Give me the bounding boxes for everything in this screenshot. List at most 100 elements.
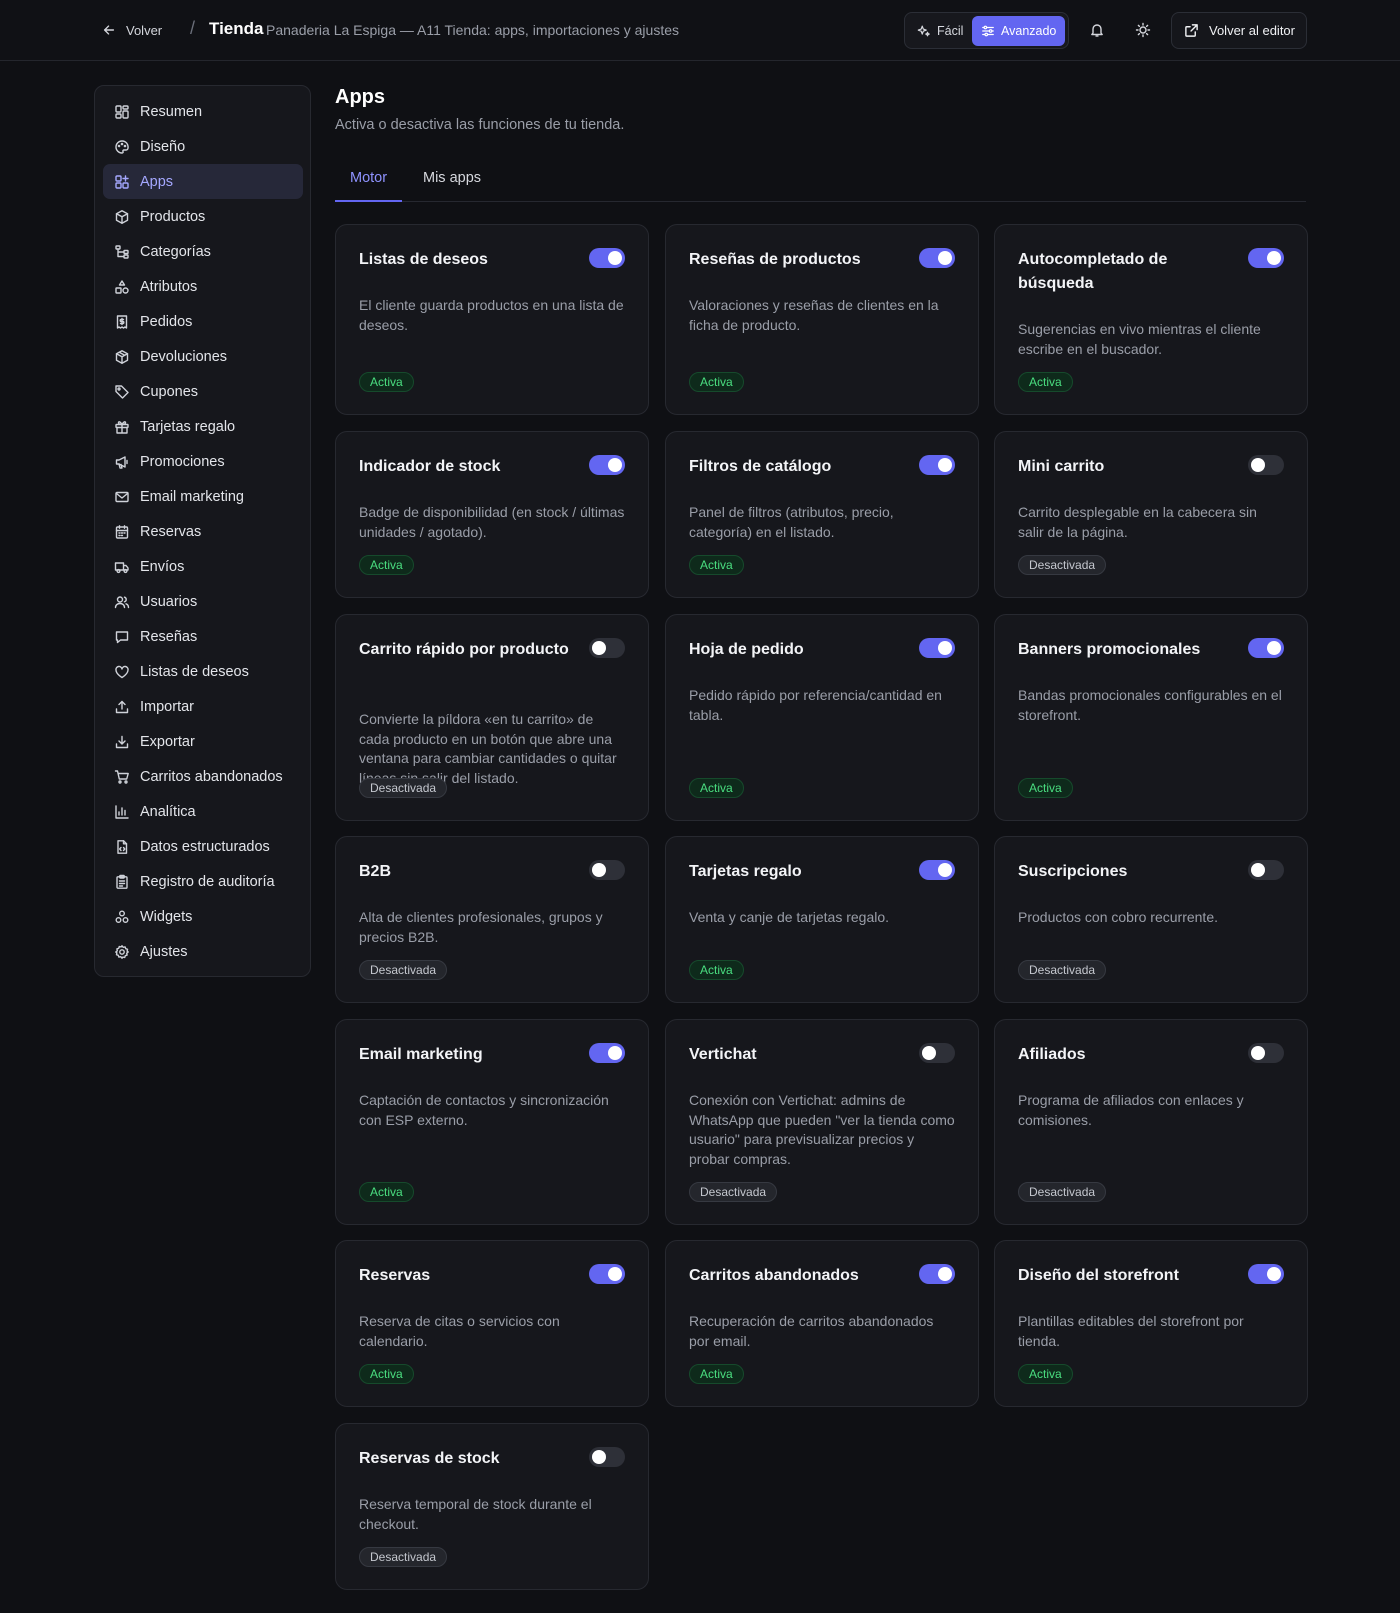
status-badge: Activa [689, 372, 744, 392]
toggle-knob [1251, 863, 1265, 877]
sliders-icon [982, 25, 994, 37]
sidebar-item-ajustes[interactable]: Ajustes [103, 934, 303, 969]
sidebar-item-reservas[interactable]: Reservas [103, 514, 303, 549]
sidebar-item-widgets[interactable]: Widgets [103, 899, 303, 934]
app-toggle[interactable] [589, 248, 625, 268]
app-toggle[interactable] [589, 1043, 625, 1063]
sidebar-item-registro-de-auditoria[interactable]: Registro de auditoría [103, 864, 303, 899]
sidebar-item-usuarios[interactable]: Usuarios [103, 584, 303, 619]
toggle-knob [1251, 458, 1265, 472]
breadcrumb-title[interactable]: Tienda [209, 19, 263, 39]
notifications-button[interactable] [1086, 19, 1108, 41]
app-toggle[interactable] [1248, 638, 1284, 658]
mode-advanced-label: Avanzado [1001, 24, 1057, 38]
tree-icon [114, 244, 130, 260]
app-toggle[interactable] [1248, 455, 1284, 475]
mode-advanced-button[interactable]: Avanzado [972, 16, 1066, 46]
back-to-editor-button[interactable]: Volver al editor [1171, 12, 1307, 49]
app-card-description: Venta y canje de tarjetas regalo. [689, 909, 890, 925]
app-toggle[interactable] [1248, 248, 1284, 268]
sidebar-item-atributos[interactable]: Atributos [103, 269, 303, 304]
app-card-title: Email marketing [359, 1046, 483, 1063]
tab-motor[interactable]: Motor [335, 170, 403, 202]
sidebar-item-productos[interactable]: Productos [103, 199, 303, 234]
sidebar-item-listas-de-deseos[interactable]: Listas de deseos [103, 654, 303, 689]
theme-toggle-button[interactable] [1132, 19, 1154, 41]
status-badge: Desactivada [1018, 1182, 1107, 1202]
app-card: Afiliados Programa de afiliados con enlac… [994, 1019, 1308, 1225]
app-toggle[interactable] [919, 1264, 955, 1284]
sidebar-item-cupones[interactable]: Cupones [103, 374, 303, 409]
widgets-icon [114, 909, 130, 925]
arrow-left-icon [103, 25, 115, 35]
sidebar-item-label: Cupones [140, 383, 199, 400]
app-card-title: Carrito rápido por producto [359, 641, 569, 658]
sidebar-item-label: Devoluciones [140, 348, 228, 365]
app-toggle[interactable] [919, 638, 955, 658]
app-card: Suscripciones Productos con cobro recurre… [994, 836, 1308, 1003]
sidebar-item-resenas[interactable]: Reseñas [103, 619, 303, 654]
sidebar-item-tarjetas-regalo[interactable]: Tarjetas regalo [103, 409, 303, 444]
cart-icon [114, 769, 130, 785]
sidebar-item-apps[interactable]: Apps [103, 164, 303, 199]
app-card-description: Alta de clientes profesionales, grupos y… [359, 909, 603, 945]
sidebar-item-categorias[interactable]: Categorías [103, 234, 303, 269]
sidebar-item-email-marketing[interactable]: Email marketing [103, 479, 303, 514]
bar-chart-icon [114, 804, 130, 820]
sidebar-item-importar[interactable]: Importar [103, 689, 303, 724]
mode-easy-button[interactable]: Fácil [908, 16, 972, 46]
sidebar-item-label: Carritos abandonados [140, 768, 283, 785]
toggle-knob [922, 1046, 936, 1060]
app-toggle[interactable] [1248, 1264, 1284, 1284]
truck-icon [114, 559, 130, 575]
sidebar-item-label: Email marketing [140, 488, 244, 505]
tab-mis-apps[interactable]: Mis apps [423, 170, 481, 202]
app-toggle[interactable] [589, 860, 625, 880]
sidebar-item-envios[interactable]: Envíos [103, 549, 303, 584]
app-card-title: Afiliados [1018, 1046, 1086, 1063]
toggle-knob [1267, 641, 1281, 655]
sidebar: Resumen Diseño Apps Productos Categorías Atri… [94, 85, 311, 977]
sidebar-item-resumen[interactable]: Resumen [103, 94, 303, 129]
sidebar-item-promociones[interactable]: Promociones [103, 444, 303, 479]
sun-icon [1135, 22, 1151, 38]
back-to-editor-label: Volver al editor [1209, 23, 1295, 38]
app-toggle[interactable] [919, 455, 955, 475]
file-code-icon [114, 839, 130, 855]
sidebar-item-diseno[interactable]: Diseño [103, 129, 303, 164]
sidebar-item-analitica[interactable]: Analítica [103, 794, 303, 829]
app-toggle[interactable] [589, 455, 625, 475]
app-card-description: Programa de afiliados con enlaces y comi… [1018, 1092, 1244, 1128]
sidebar-item-exportar[interactable]: Exportar [103, 724, 303, 759]
app-toggle[interactable] [1248, 860, 1284, 880]
app-toggle[interactable] [919, 860, 955, 880]
back-button[interactable]: Volver [102, 18, 162, 42]
sidebar-item-label: Reservas [140, 523, 202, 540]
sidebar-item-pedidos[interactable]: Pedidos [103, 304, 303, 339]
page-subtitle: Activa o desactiva las funciones de tu t… [335, 117, 625, 133]
app-toggle[interactable] [589, 638, 625, 658]
status-badge: Desactivada [359, 778, 448, 798]
app-toggle[interactable] [589, 1447, 625, 1467]
app-toggle[interactable] [589, 1264, 625, 1284]
app-card-title: Suscripciones [1018, 863, 1128, 880]
app-toggle[interactable] [1248, 1043, 1284, 1063]
sidebar-item-devoluciones[interactable]: Devoluciones [103, 339, 303, 374]
app-toggle[interactable] [919, 248, 955, 268]
toggle-knob [938, 863, 952, 877]
sidebar-item-label: Apps [140, 173, 174, 190]
sidebar-item-datos-estructurados[interactable]: Datos estructurados [103, 829, 303, 864]
mode-switch: Fácil Avanzado [904, 12, 1069, 49]
app-card: Banners promocionales Bandas promocionale… [994, 614, 1308, 821]
toggle-knob [592, 863, 606, 877]
app-card-description: Plantillas editables del storefront por … [1018, 1313, 1244, 1349]
status-badge: Activa [689, 778, 744, 798]
status-badge: Desactivada [689, 1182, 778, 1202]
users-icon [114, 594, 130, 610]
app-card-description: Bandas promocionales configurables en el… [1018, 687, 1282, 723]
sidebar-item-carritos-abandonados[interactable]: Carritos abandonados [103, 759, 303, 794]
breadcrumb-subtitle: Panaderia La Espiga — A11 Tienda: apps, … [266, 22, 679, 38]
app-toggle[interactable] [919, 1043, 955, 1063]
app-card: Autocompletado de búsqueda Sugerencias en… [994, 224, 1308, 415]
toggle-knob [608, 458, 622, 472]
